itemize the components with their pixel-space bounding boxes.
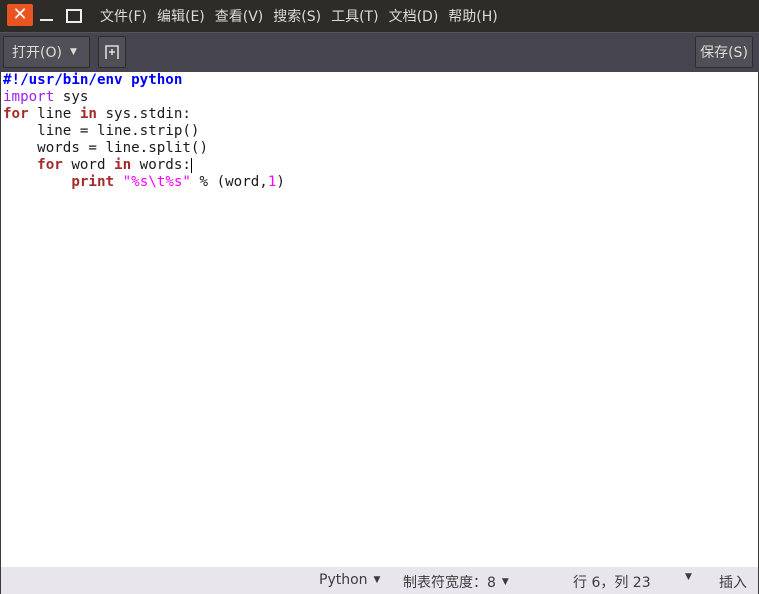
close-icon[interactable]: ✕ bbox=[7, 4, 33, 26]
language-label: Python bbox=[319, 572, 368, 588]
chevron-down-icon: ▼ bbox=[373, 575, 381, 585]
menu-view[interactable]: 查看(V) bbox=[215, 6, 264, 26]
code-line: line = line.strip() bbox=[3, 123, 756, 140]
menu-help[interactable]: 帮助(H) bbox=[448, 6, 497, 26]
menu-search[interactable]: 搜索(S) bbox=[273, 6, 321, 26]
code-token: import bbox=[3, 89, 55, 105]
maximize-icon[interactable] bbox=[63, 4, 89, 26]
code-editor[interactable]: #!/usr/bin/env python import sys for line … bbox=[1, 72, 758, 567]
insert-mode[interactable]: 插入 bbox=[719, 572, 747, 592]
menu-file[interactable]: 文件(F) bbox=[100, 6, 147, 26]
new-tab-button[interactable] bbox=[98, 36, 126, 68]
tab-width-selector[interactable]: 制表符宽度：8 ▼ bbox=[403, 572, 509, 592]
open-label: 打开(O) bbox=[12, 45, 62, 61]
code-line: for line in sys.stdin: bbox=[3, 106, 756, 123]
insert-mode-label: 插入 bbox=[719, 575, 747, 591]
code-token: line = line.strip() bbox=[3, 123, 200, 139]
menu-edit[interactable]: 编辑(E) bbox=[157, 6, 205, 26]
code-token: sys.stdin: bbox=[96, 106, 191, 122]
code-token: for bbox=[37, 157, 63, 173]
code-token: word bbox=[62, 157, 115, 173]
chevron-down-icon: ▼ bbox=[685, 572, 692, 582]
code-token: ) bbox=[276, 174, 285, 190]
code-line: for word in words: bbox=[3, 157, 756, 174]
cursor-position: 行 6，列 23 bbox=[573, 572, 651, 592]
code-token: words: bbox=[131, 157, 191, 173]
text-cursor bbox=[190, 157, 192, 173]
code-token: in bbox=[114, 157, 132, 173]
code-token: print bbox=[71, 174, 115, 190]
code-line: print "%s\t%s" % (word,1) bbox=[3, 174, 756, 191]
code-token: words = line.split() bbox=[3, 140, 208, 156]
code-line: #!/usr/bin/env python bbox=[3, 72, 756, 89]
code-token: for bbox=[3, 106, 29, 122]
new-tab-icon bbox=[105, 45, 119, 59]
code-token: "%s\t%s" bbox=[122, 174, 191, 190]
code-token: line bbox=[28, 106, 80, 122]
minimize-icon[interactable] bbox=[37, 4, 63, 26]
position-menu[interactable]: ▼ bbox=[685, 572, 692, 582]
code-token: #!/usr/bin/env python bbox=[3, 72, 183, 88]
open-button[interactable]: 打开(O) ▼ bbox=[3, 36, 90, 68]
save-button[interactable]: 保存(S) bbox=[695, 36, 753, 68]
code-line: import sys bbox=[3, 89, 756, 106]
title-bar: ✕ 文件(F) 编辑(E) 查看(V) 搜索(S) 工具(T) 文档(D) 帮助… bbox=[0, 0, 759, 32]
code-token: in bbox=[79, 106, 97, 122]
chevron-down-icon: ▼ bbox=[501, 577, 509, 587]
chevron-down-icon: ▼ bbox=[69, 47, 77, 57]
tab-width-label: 制表符宽度：8 bbox=[403, 575, 496, 591]
code-token: sys bbox=[54, 89, 89, 105]
menu-documents[interactable]: 文档(D) bbox=[389, 6, 439, 26]
menu-bar: 文件(F) 编辑(E) 查看(V) 搜索(S) 工具(T) 文档(D) 帮助(H… bbox=[100, 0, 498, 32]
cursor-position-label: 行 6，列 23 bbox=[573, 575, 651, 591]
language-selector[interactable]: Python ▼ bbox=[319, 572, 380, 588]
code-line: words = line.split() bbox=[3, 140, 756, 157]
menu-tools[interactable]: 工具(T) bbox=[331, 6, 378, 26]
code-token: % (word, bbox=[190, 174, 268, 190]
status-bar: Python ▼ 制表符宽度：8 ▼ 行 6，列 23 ▼ 插入 bbox=[1, 567, 758, 594]
toolbar: 打开(O) ▼ 保存(S) bbox=[0, 32, 759, 72]
